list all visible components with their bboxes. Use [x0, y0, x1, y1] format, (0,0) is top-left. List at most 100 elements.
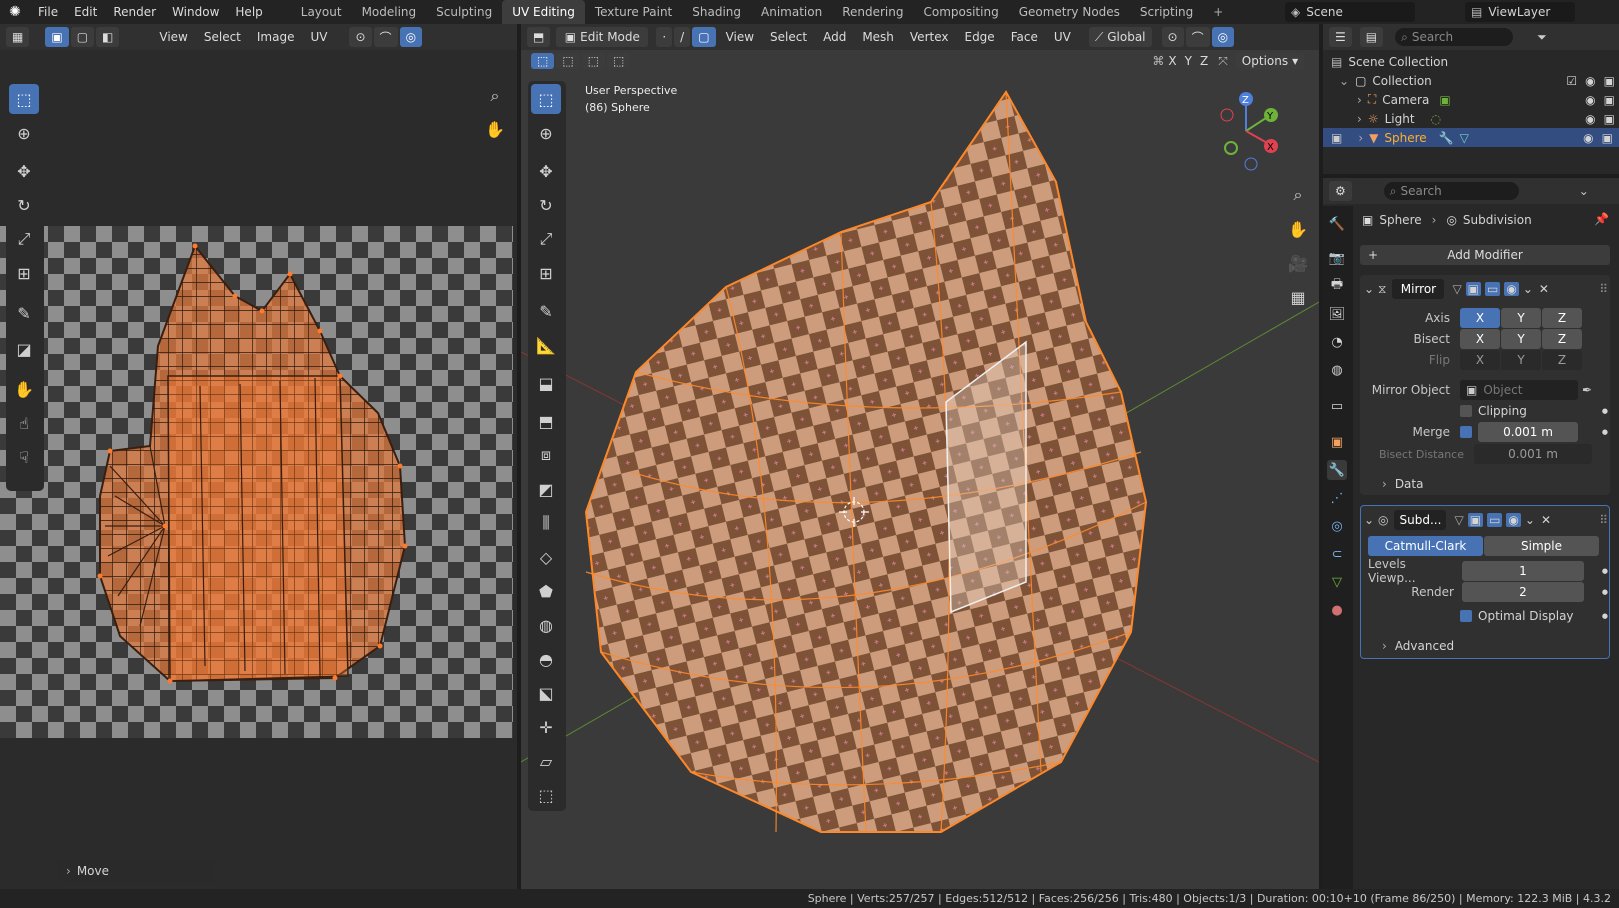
select-mode-new[interactable]: ⬚ [531, 53, 555, 69]
expand-icon[interactable]: › [1358, 131, 1363, 145]
camera-view-icon[interactable]: 🎥 [1283, 248, 1313, 278]
tab-geometry-nodes[interactable]: Geometry Nodes [1009, 0, 1130, 24]
bisect-z-toggle[interactable]: Z [1542, 329, 1582, 349]
auto-merge-icon[interactable]: ⤧ [1218, 54, 1228, 69]
render-icon[interactable]: ◉ [1506, 513, 1521, 527]
close-icon[interactable]: ✕ [1539, 282, 1549, 296]
render-camera-icon[interactable]: ▣ [1604, 112, 1615, 126]
expand-icon[interactable]: › [1357, 93, 1362, 107]
add-workspace-icon[interactable]: + [1203, 0, 1233, 24]
navigation-gizmo[interactable]: Z Y X [1201, 86, 1291, 176]
knife-tool[interactable]: ◇ [531, 542, 561, 572]
viewport-menu-add[interactable]: Add [815, 30, 854, 44]
editor-type-button[interactable]: ▦ [6, 27, 30, 47]
uv-annotate-tool[interactable]: ✎ [9, 298, 39, 328]
uv-island-mesh[interactable] [0, 226, 513, 738]
collapse-icon[interactable]: ⌄ [1364, 282, 1378, 296]
measure-tool[interactable]: 📐 [531, 330, 561, 360]
select-edge-button[interactable]: / [674, 27, 691, 47]
uv-transform-tool[interactable]: ⊞ [9, 258, 39, 288]
drag-handle-icon[interactable]: ⠿ [1599, 282, 1608, 296]
mirror-axis-z[interactable]: Z [1196, 54, 1212, 68]
axis-z-toggle[interactable]: Z [1542, 308, 1582, 328]
rotate-tool[interactable]: ↻ [531, 190, 561, 220]
uv-relax-tool[interactable]: ☝ [9, 408, 39, 438]
catmull-clark-toggle[interactable]: Catmull-Clark [1368, 536, 1483, 556]
cursor-tool[interactable]: ⊕ [531, 118, 561, 148]
render-levels-field[interactable]: 2 [1462, 582, 1584, 602]
physics-tab-icon[interactable]: ◎ [1327, 516, 1347, 536]
proportional-edit-button[interactable]: ◎ [399, 27, 423, 47]
menu-edit[interactable]: Edit [66, 0, 105, 24]
material-tab-icon[interactable]: ● [1327, 600, 1347, 620]
collection-tab-icon[interactable]: ▭ [1327, 396, 1347, 416]
select-face-button[interactable]: ▢ [692, 27, 716, 47]
uv-move-tool[interactable]: ✥ [9, 156, 39, 186]
chevron-down-icon[interactable]: ⌄ [1523, 282, 1533, 296]
add-modifier-button[interactable]: + Add Modifier [1360, 245, 1610, 265]
output-tab-icon[interactable]: 🖶 [1327, 276, 1347, 296]
exclude-checkbox[interactable]: ☑ [1566, 74, 1577, 88]
advanced-subpanel-toggle[interactable]: › Advanced [1382, 636, 1582, 656]
viewport-snap-button[interactable]: ⌒ [1185, 27, 1210, 47]
uv-zoom-icon[interactable]: ⌕ [480, 81, 510, 111]
uv-menu-view[interactable]: View [151, 30, 195, 44]
options-button[interactable]: Options ▾ [1235, 52, 1305, 70]
constraints-tab-icon[interactable]: ⊂ [1327, 544, 1347, 564]
render-camera-icon[interactable]: ▣ [1604, 74, 1615, 88]
viewport-menu-edge[interactable]: Edge [956, 30, 1002, 44]
spin-tool[interactable]: ◍ [531, 610, 561, 640]
sync-select-button[interactable]: ▣ [45, 27, 69, 47]
scene-tab-icon[interactable]: ◔ [1327, 332, 1347, 352]
edit-cage-icon[interactable]: ▽ [1452, 282, 1461, 296]
tab-layout[interactable]: Layout [291, 0, 352, 24]
close-icon[interactable]: ✕ [1541, 513, 1551, 527]
realtime-icon[interactable]: ▭ [1485, 282, 1501, 296]
data-subpanel-toggle[interactable]: › Data [1382, 474, 1582, 494]
shrink-fatten-tool[interactable]: ✛ [531, 712, 561, 742]
optimal-display-checkbox[interactable] [1460, 610, 1472, 622]
viewport-menu-face[interactable]: Face [1003, 30, 1046, 44]
bevel-tool[interactable]: ◩ [531, 474, 561, 504]
scale-tool[interactable]: ⤢ [531, 224, 561, 254]
edit-mode-icon[interactable]: ▣ [1465, 282, 1482, 296]
outliner-item-light[interactable]: › ☼ Light ◌ ◉ ▣ [1331, 109, 1619, 128]
tab-uv-editing[interactable]: UV Editing [502, 0, 585, 24]
keyframe-dot-icon[interactable]: ● [1602, 567, 1608, 575]
rip-region-tool[interactable]: ⬚ [531, 780, 561, 810]
tab-scripting[interactable]: Scripting [1130, 0, 1203, 24]
properties-editor-type-button[interactable]: ⚙ [1329, 181, 1352, 201]
uv-rip-tool[interactable]: ◪ [9, 334, 39, 364]
uv-menu-uv[interactable]: UV [302, 30, 335, 44]
keyframe-dot-icon[interactable]: ● [1602, 407, 1608, 415]
viewport-menu-mesh[interactable]: Mesh [854, 30, 902, 44]
visibility-eye-icon[interactable]: ◉ [1585, 93, 1595, 107]
ortho-toggle-icon[interactable]: ▦ [1283, 282, 1313, 312]
poly-build-tool[interactable]: ⬟ [531, 576, 561, 606]
simple-toggle[interactable]: Simple [1484, 536, 1599, 556]
chevron-down-icon[interactable]: ⌄ [1579, 184, 1589, 198]
select-vertex-button[interactable]: · [656, 27, 673, 47]
uv-select-box-tool[interactable]: ⬚ [9, 84, 39, 114]
tab-shading[interactable]: Shading [682, 0, 751, 24]
select-mode-subtract[interactable]: ⬚ [581, 53, 606, 69]
pin-icon[interactable]: 📌 [1594, 212, 1609, 226]
uv-scale-tool[interactable]: ⤢ [9, 224, 39, 254]
merge-checkbox[interactable] [1460, 426, 1472, 438]
world-tab-icon[interactable]: ◍ [1327, 360, 1347, 380]
uv-menu-image[interactable]: Image [249, 30, 303, 44]
object-tab-icon[interactable]: ▣ [1327, 432, 1347, 452]
keyframe-dot-icon[interactable]: ● [1602, 588, 1608, 596]
expand-icon[interactable]: ⌄ [1339, 74, 1349, 88]
tab-animation[interactable]: Animation [751, 0, 832, 24]
viewport-proportional-button[interactable]: ◎ [1211, 27, 1235, 47]
loop-cut-tool[interactable]: ⫼ [531, 508, 561, 538]
particles-tab-icon[interactable]: ⋰ [1327, 488, 1347, 508]
viewport-pan-icon[interactable]: ✋ [1283, 214, 1313, 244]
uv-pinch-tool[interactable]: ☟ [9, 442, 39, 472]
render-camera-icon[interactable]: ▣ [1604, 93, 1615, 107]
uv-cursor-tool[interactable]: ⊕ [9, 118, 39, 148]
tab-modeling[interactable]: Modeling [352, 0, 427, 24]
tab-texture-paint[interactable]: Texture Paint [585, 0, 682, 24]
tab-sculpting[interactable]: Sculpting [426, 0, 502, 24]
